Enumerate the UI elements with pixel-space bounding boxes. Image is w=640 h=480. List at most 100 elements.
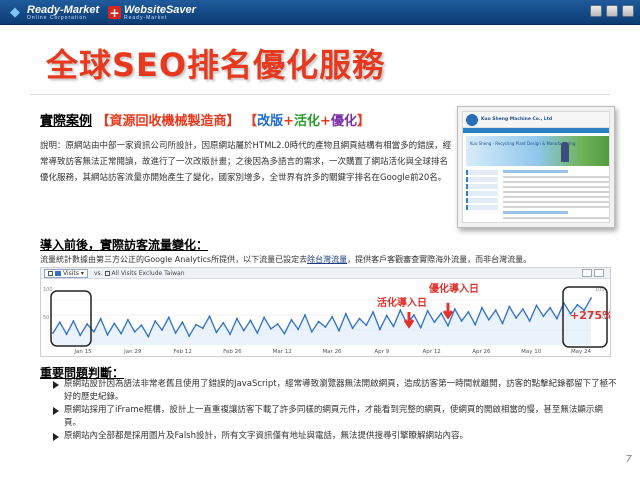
data-point xyxy=(399,309,402,312)
problem-item-2: 原網站採用了iFrame框構，設計上一直重複讓訪客下載了許多同樣的網頁元件，才能… xyxy=(52,404,618,430)
data-point xyxy=(487,318,490,321)
data-point xyxy=(515,317,517,319)
series-area xyxy=(53,298,591,345)
line-view-button[interactable] xyxy=(582,269,592,277)
websitesaver-logo: + WebsiteSaver Ready-Market xyxy=(108,3,196,22)
data-point xyxy=(195,323,197,326)
thumb-sidebar xyxy=(466,170,498,220)
ready-market-logo-icon: ◆ xyxy=(10,5,20,20)
growth-label: +275% xyxy=(570,309,610,322)
data-point xyxy=(113,322,116,325)
segment-label: All Visits Exclude Taiwan xyxy=(111,269,185,277)
annotation-optimize: 優化導入日 xyxy=(428,282,479,295)
data-point xyxy=(161,329,163,331)
data-point xyxy=(365,324,368,327)
data-point xyxy=(440,312,443,315)
data-point xyxy=(120,332,122,335)
data-point xyxy=(556,317,558,320)
x-tick-label: Mar 12 xyxy=(273,349,292,355)
minimize-button[interactable] xyxy=(590,5,602,17)
data-point xyxy=(590,297,592,300)
ready-market-subtitle: Online Corporation xyxy=(27,14,87,21)
chevron-down-icon: ▾ xyxy=(80,269,84,277)
chart-view-buttons xyxy=(582,269,604,277)
metric-selector[interactable]: Visits ▾ xyxy=(44,268,88,278)
close-button[interactable] xyxy=(622,5,634,17)
data-point xyxy=(188,335,191,337)
segment-checkbox[interactable] xyxy=(104,270,110,276)
top-banner: ◆ Ready-Market Online Corporation + Webs… xyxy=(0,0,640,25)
traffic-note-exclude: 除台灣流量 xyxy=(307,255,348,264)
thumb-hero: Kuo Sheng - Recycling Plant Design & Man… xyxy=(466,136,609,166)
page-number: 7 xyxy=(625,454,632,465)
data-point xyxy=(263,316,265,319)
x-tick-label: Mar 26 xyxy=(322,349,342,355)
data-point xyxy=(508,305,511,308)
data-point xyxy=(276,323,279,325)
x-tick-label: Apr 26 xyxy=(472,349,491,355)
case-open-bracket: 【 xyxy=(244,114,258,129)
data-point xyxy=(338,329,340,332)
data-point xyxy=(535,304,538,307)
data-point xyxy=(215,331,218,334)
x-tick-label: Jan 15 xyxy=(73,349,92,355)
websitesaver-subtitle: Ready-Market xyxy=(124,14,168,21)
scale-label-mid: 50 xyxy=(43,315,49,321)
data-point xyxy=(208,315,211,318)
data-point xyxy=(481,306,483,309)
data-point xyxy=(154,320,157,322)
data-point xyxy=(297,328,300,331)
data-point xyxy=(290,318,293,321)
data-point xyxy=(72,320,75,322)
data-point xyxy=(236,317,238,320)
x-tick-label: May 10 xyxy=(521,349,542,355)
data-point xyxy=(127,318,129,321)
data-point xyxy=(86,323,88,325)
case-plus-2: + xyxy=(320,114,331,129)
maximize-button[interactable] xyxy=(606,5,618,17)
data-point xyxy=(310,330,313,333)
x-tick-label: May 24 xyxy=(571,349,592,355)
data-point xyxy=(106,333,109,336)
data-point xyxy=(494,309,497,312)
thumb-hero-text: Kuo Sheng - Recycling Plant Design & Man… xyxy=(470,141,576,146)
motion-view-button[interactable] xyxy=(594,269,604,277)
analytics-plot: 100 50 50 100 Jan 15 Jan 29 Feb 12 Feb 26 Ma… xyxy=(43,282,610,355)
data-point xyxy=(447,324,449,327)
data-point xyxy=(317,320,320,323)
ready-market-name: Ready-Market xyxy=(27,3,100,16)
annotation-activate: 活化導入日 xyxy=(377,296,427,309)
x-tick-labels: Jan 15 Jan 29 Feb 12 Feb 26 Mar 12 Mar 26 Apr … xyxy=(73,349,591,355)
data-point xyxy=(392,325,395,328)
ready-market-logo: ◆ Ready-Market Online Corporation xyxy=(6,3,99,22)
websitesaver-name: WebsiteSaver xyxy=(124,3,196,16)
x-tick-label: Apr 9 xyxy=(374,349,389,355)
data-point xyxy=(58,321,61,324)
case-close-bracket: 】 xyxy=(356,114,370,129)
title-divider xyxy=(30,94,610,95)
analytics-toolbar: Visits ▾ vs. All Visits Exclude Taiwan xyxy=(41,268,610,279)
metric-color-swatch xyxy=(55,270,61,276)
vs-selector[interactable]: vs. All Visits Exclude Taiwan xyxy=(94,270,185,277)
x-tick-label: Feb 12 xyxy=(173,349,192,355)
thumb-person-figure xyxy=(561,142,569,162)
data-point xyxy=(147,335,150,338)
data-point xyxy=(256,332,259,334)
analytics-chart: Visits ▾ vs. All Visits Exclude Taiwan 1… xyxy=(40,267,611,357)
thumb-body xyxy=(503,170,609,222)
data-point xyxy=(222,321,225,324)
data-point xyxy=(140,324,143,327)
case-keyword-optimize: 優化 xyxy=(330,114,357,129)
data-point xyxy=(344,312,347,315)
metric-checkbox[interactable] xyxy=(48,270,53,276)
website-screenshot-frame: Kuo Sheng Machine Co., Ltd Kuo Sheng - R… xyxy=(462,111,610,223)
data-point xyxy=(201,327,204,330)
data-point xyxy=(249,319,252,322)
data-point xyxy=(93,330,95,333)
data-point xyxy=(331,315,334,318)
data-point xyxy=(522,308,524,310)
x-tick-label: Apr 12 xyxy=(422,349,440,355)
websitesaver-cross-icon: + xyxy=(108,5,121,20)
data-point xyxy=(576,303,579,306)
data-point xyxy=(167,316,170,319)
